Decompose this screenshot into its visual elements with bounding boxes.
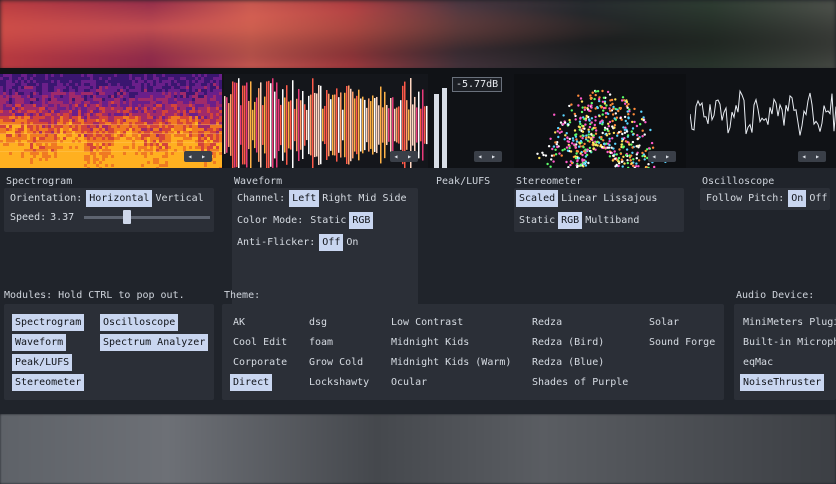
peak-db-readout: -5.77dB xyxy=(452,77,503,92)
speed-slider[interactable] xyxy=(84,210,211,224)
stereometer-color-row: Static RGB Multiband xyxy=(516,212,642,229)
oscilloscope-settings-panel: Follow Pitch: On Off xyxy=(700,188,830,210)
color-mode-row: Color Mode: Static RGB xyxy=(237,212,374,229)
stereometer-mode-row: Scaled Linear Lissajous xyxy=(516,190,660,207)
stereometer-title: Stereometer xyxy=(516,176,583,187)
desktop-backdrop-top xyxy=(0,0,836,70)
module-spectrogram[interactable]: Spectrogram xyxy=(12,314,85,331)
stereometer-nav-arrows[interactable]: ◂ ▸ xyxy=(647,151,676,162)
theme-item[interactable]: Midnight Kids (Warm) xyxy=(388,354,514,371)
stereo-color-option-static[interactable]: Static xyxy=(516,212,558,229)
audio-device-item[interactable]: Built-in Microph xyxy=(740,334,836,351)
peak-lufs-title: Peak/LUFS xyxy=(436,176,491,187)
audio-device-item[interactable]: NoiseThruster xyxy=(740,374,825,391)
orientation-option-vertical[interactable]: Vertical xyxy=(152,190,206,207)
stereo-color-option-rgb[interactable]: RGB xyxy=(558,212,583,229)
modules-title: Modules: Hold CTRL to pop out. xyxy=(4,290,185,301)
follow-pitch-row: Follow Pitch: On Off xyxy=(706,190,830,207)
channel-label: Channel: xyxy=(237,193,286,204)
module-spectrum-analyzer[interactable]: Spectrum Analyzer xyxy=(100,334,209,351)
channel-option-mid[interactable]: Mid xyxy=(355,190,379,207)
color-mode-label: Color Mode: xyxy=(237,215,304,226)
theme-item[interactable]: Corporate xyxy=(230,354,290,371)
minimeters-window: ◂ ▸ ◂ ▸ -5.77dB ◂ ▸ ◂ ▸ ◂ ▸ Spectrogram … xyxy=(0,68,836,414)
stereometer-settings-panel: Scaled Linear Lissajous Static RGB Multi… xyxy=(514,188,684,232)
channel-option-right[interactable]: Right xyxy=(319,190,355,207)
visualizer-strip: ◂ ▸ ◂ ▸ -5.77dB ◂ ▸ ◂ ▸ ◂ ▸ xyxy=(0,68,836,168)
stereo-color-option-multiband[interactable]: Multiband xyxy=(582,212,642,229)
color-mode-option-rgb[interactable]: RGB xyxy=(349,212,374,229)
theme-panel: AK Cool Edit Corporate Direct dsg foam G… xyxy=(222,304,724,400)
theme-item[interactable]: Shades of Purple xyxy=(529,374,631,391)
follow-pitch-option-on[interactable]: On xyxy=(788,190,807,207)
oscilloscope-nav-arrows[interactable]: ◂ ▸ xyxy=(797,151,826,162)
audio-device-item[interactable]: eqMac xyxy=(740,354,776,371)
speed-label: Speed: xyxy=(10,212,47,223)
theme-title: Theme: xyxy=(224,290,261,301)
theme-item[interactable]: Direct xyxy=(230,374,273,391)
spectrogram-title: Spectrogram xyxy=(6,176,73,187)
stereometer-visualizer[interactable]: ◂ ▸ xyxy=(514,74,686,168)
speed-slider-thumb[interactable] xyxy=(123,210,132,224)
stereo-mode-option-scaled[interactable]: Scaled xyxy=(516,190,559,207)
spectrogram-settings-panel: Orientation: Horizontal Vertical Speed: … xyxy=(4,188,214,232)
theme-item[interactable]: Redza (Bird) xyxy=(529,334,607,351)
theme-item[interactable]: Redza xyxy=(529,314,565,331)
theme-item[interactable]: Redza (Blue) xyxy=(529,354,607,371)
theme-item[interactable]: Ocular xyxy=(388,374,430,391)
modules-panel: Spectrogram Waveform Peak/LUFS Stereomet… xyxy=(4,304,214,400)
theme-item[interactable]: Midnight Kids xyxy=(388,334,472,351)
waveform-title: Waveform xyxy=(234,176,283,187)
orientation-label: Orientation: xyxy=(10,193,83,204)
spectrogram-nav-arrows[interactable]: ◂ ▸ xyxy=(183,151,212,162)
theme-item[interactable]: Solar xyxy=(646,314,682,331)
stereo-mode-option-linear[interactable]: Linear xyxy=(558,190,600,207)
theme-item[interactable]: Grow Cold xyxy=(306,354,366,371)
theme-item[interactable]: Low Contrast xyxy=(388,314,466,331)
theme-item[interactable]: dsg xyxy=(306,314,330,331)
module-oscilloscope[interactable]: Oscilloscope xyxy=(100,314,179,331)
color-mode-option-static[interactable]: Static xyxy=(307,212,349,229)
theme-item[interactable]: Lockshawty xyxy=(306,374,372,391)
channel-option-left[interactable]: Left xyxy=(289,190,320,207)
desktop-backdrop-bottom xyxy=(0,414,836,484)
orientation-row: Orientation: Horizontal Vertical xyxy=(10,190,207,207)
waveform-settings-panel: Channel: Left Right Mid Side Color Mode:… xyxy=(232,188,418,322)
theme-item[interactable]: AK xyxy=(230,314,248,331)
anti-flicker-row: Anti-Flicker: Off On xyxy=(237,234,361,251)
module-waveform[interactable]: Waveform xyxy=(12,334,67,351)
theme-item[interactable]: Sound Forge xyxy=(646,334,718,351)
audio-device-item[interactable]: MiniMeters Plugi xyxy=(740,314,836,331)
module-peak-lufs[interactable]: Peak/LUFS xyxy=(12,354,73,371)
theme-item[interactable]: foam xyxy=(306,334,336,351)
follow-pitch-label: Follow Pitch: xyxy=(706,193,785,204)
audio-device-panel: MiniMeters Plugi Built-in Microph eqMac … xyxy=(734,304,836,400)
spectrogram-visualizer[interactable]: ◂ ▸ xyxy=(0,74,222,168)
audio-device-title: Audio Device: xyxy=(736,290,815,301)
module-stereometer[interactable]: Stereometer xyxy=(12,374,85,391)
theme-item[interactable]: Cool Edit xyxy=(230,334,290,351)
stereo-mode-option-lissajous[interactable]: Lissajous xyxy=(600,190,660,207)
waveform-visualizer[interactable]: ◂ ▸ xyxy=(224,74,428,168)
waveform-nav-arrows[interactable]: ◂ ▸ xyxy=(389,151,418,162)
peak-lufs-visualizer[interactable]: -5.77dB ◂ ▸ xyxy=(430,74,512,168)
anti-flicker-option-off[interactable]: Off xyxy=(319,234,344,251)
channel-row: Channel: Left Right Mid Side xyxy=(237,190,410,207)
orientation-option-horizontal[interactable]: Horizontal xyxy=(86,190,153,207)
follow-pitch-option-off[interactable]: Off xyxy=(806,190,830,207)
speed-row: Speed: 3.37 xyxy=(10,210,211,224)
peak-nav-arrows[interactable]: ◂ ▸ xyxy=(473,151,502,162)
anti-flicker-option-on[interactable]: On xyxy=(343,234,361,251)
speed-value: 3.37 xyxy=(50,212,75,223)
oscilloscope-visualizer[interactable]: ◂ ▸ xyxy=(690,74,836,168)
oscilloscope-title: Oscilloscope xyxy=(702,176,775,187)
channel-option-side[interactable]: Side xyxy=(379,190,409,207)
anti-flicker-label: Anti-Flicker: xyxy=(237,237,316,248)
